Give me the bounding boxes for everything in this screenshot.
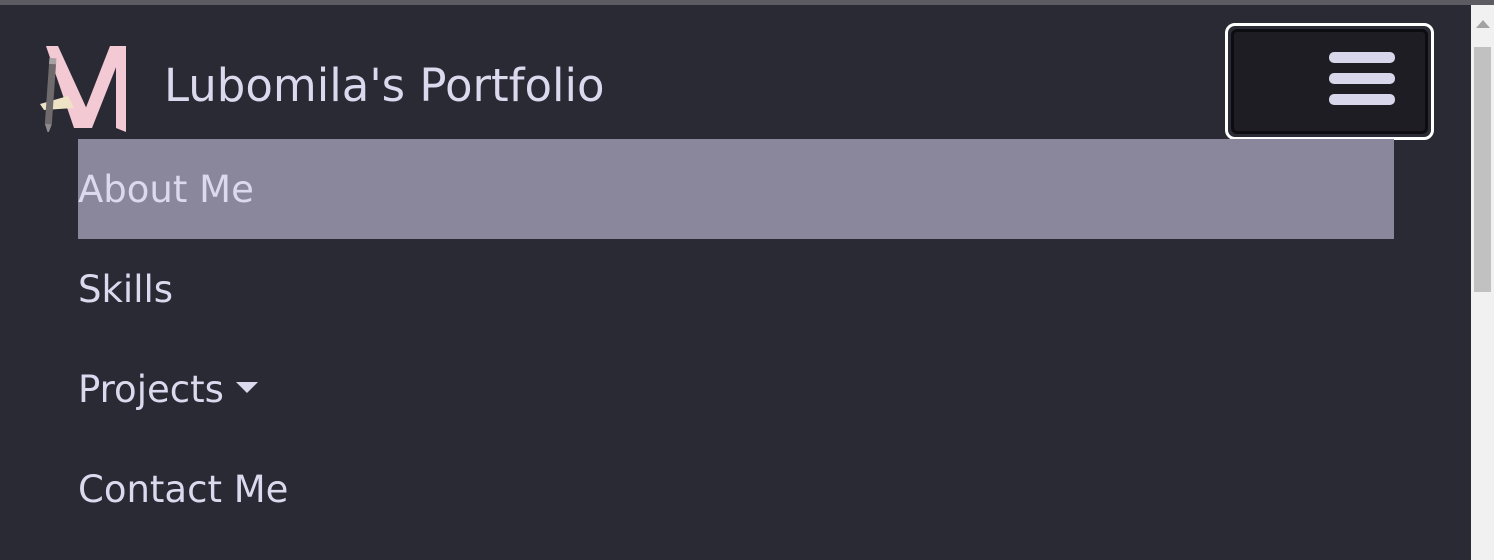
nav-item-skills[interactable]: Skills xyxy=(78,239,1394,339)
toggler-inner xyxy=(1231,29,1428,134)
scroll-up-button[interactable] xyxy=(1471,5,1494,43)
nav-item-contact-me[interactable]: Contact Me xyxy=(78,439,1394,539)
nav-item-label: Skills xyxy=(78,267,174,311)
monogram-m-pencil-icon xyxy=(40,46,126,132)
nav-item-projects[interactable]: Projects xyxy=(78,339,1394,439)
navbar-toggler-button[interactable] xyxy=(1225,23,1434,140)
navbar-brand[interactable]: Lubomila's Portfolio xyxy=(38,37,605,133)
nav-item-label: About Me xyxy=(78,167,254,211)
caret-down-icon xyxy=(235,381,258,393)
nav-item-label: Contact Me xyxy=(78,467,289,511)
page: Lubomila's Portfolio About Me Skills Pro… xyxy=(0,5,1471,560)
nav-item-label: Projects xyxy=(78,367,224,411)
brand-title: Lubomila's Portfolio xyxy=(164,58,605,112)
hamburger-menu-icon xyxy=(1329,49,1395,109)
nav-item-about-me[interactable]: About Me xyxy=(78,139,1394,239)
arrow-up-icon xyxy=(1475,20,1490,28)
vertical-scrollbar[interactable] xyxy=(1471,5,1494,560)
scrollbar-thumb[interactable] xyxy=(1474,47,1491,292)
nav-menu: About Me Skills Projects Contact Me xyxy=(78,139,1394,539)
